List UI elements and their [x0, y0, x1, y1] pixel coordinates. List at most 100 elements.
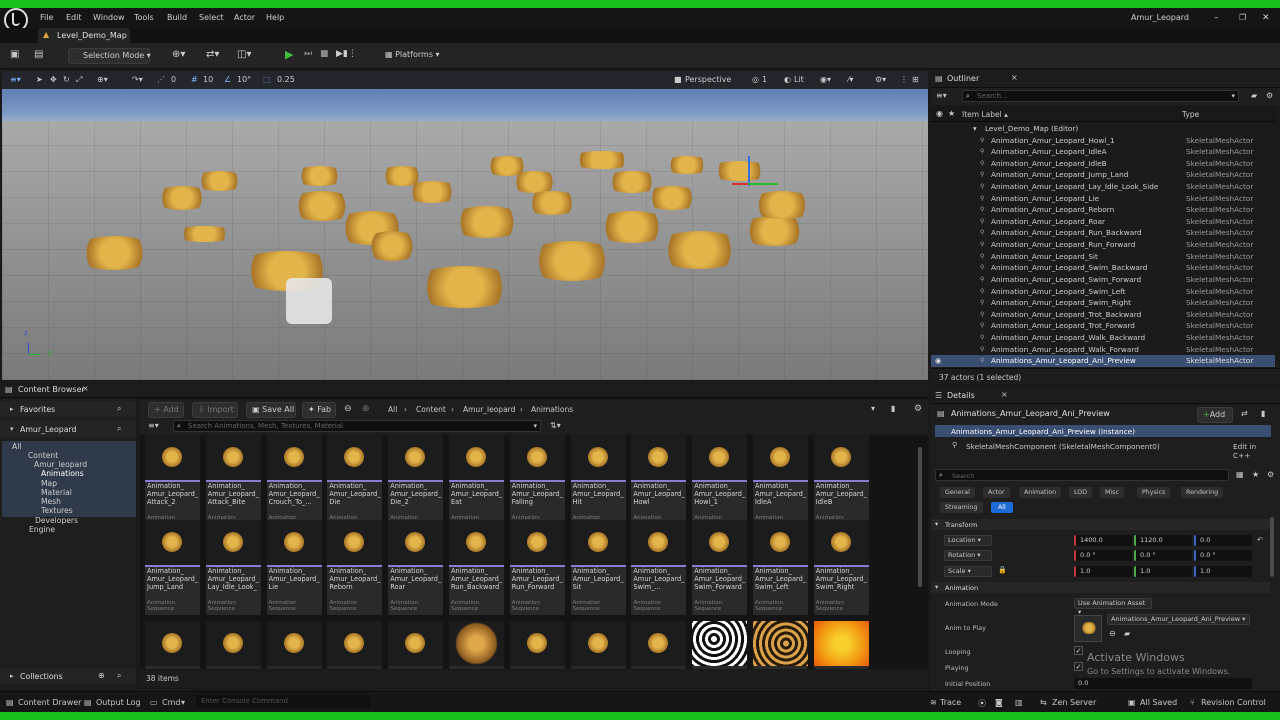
menu-actor[interactable]: Actor: [234, 13, 255, 22]
leopard-actor[interactable]: [567, 151, 637, 169]
gizmo-z-axis[interactable]: [748, 156, 750, 186]
fov-value[interactable]: 1: [762, 75, 767, 84]
outliner-row[interactable]: ⚲ Animation_Amur_Leopard_Howl_1 SkeletalMe…: [931, 135, 1275, 147]
asset-tile[interactable]: Animation_ Amur_Leopard_ IdleA Animation …: [753, 435, 808, 530]
asset-tile[interactable]: Animation_ Amur_Leopard_ Run_Forward Anim…: [509, 520, 565, 615]
component-row[interactable]: ⚲ SkeletalMeshComponent (SkeletalMeshCom…: [935, 440, 1271, 460]
minimize-icon[interactable]: –: [1214, 13, 1219, 23]
scale-snap-icon[interactable]: ⬚: [263, 75, 271, 84]
outliner-row[interactable]: ⚲ Animation_Amur_Leopard_Swim_Right Skelet…: [931, 297, 1275, 309]
path-content[interactable]: Content: [416, 405, 446, 414]
tree-animations[interactable]: Animations: [41, 469, 84, 478]
filter-icon[interactable]: ≡▾: [936, 91, 947, 100]
layout-icon[interactable]: ⋮: [900, 75, 908, 84]
asset-tile[interactable]: Animation_ Amur_Leopard_ Attack_Bite Anim…: [205, 435, 261, 530]
console-input[interactable]: Enter Console Command: [196, 695, 370, 708]
visibility-icon[interactable]: ◉: [935, 355, 941, 367]
level-tab[interactable]: ▲ Level_Demo_Map: [38, 28, 130, 43]
perspective-dropdown[interactable]: Perspective: [685, 75, 731, 84]
tree-mesh[interactable]: Mesh: [41, 497, 61, 506]
playing-checkbox[interactable]: ✓: [1074, 662, 1083, 671]
leopard-actor[interactable]: [152, 186, 212, 210]
move-tool-icon[interactable]: ✥: [50, 75, 57, 84]
path-amur-leopard[interactable]: Amur_leopard: [463, 405, 515, 414]
instance-row[interactable]: Animations_Amur_Leopard_Ani_Preview (Ins…: [935, 425, 1271, 437]
asset-tile[interactable]: Animation_ Amur_Leopard_ Jump_Land Animat…: [145, 520, 200, 615]
revision-control-button[interactable]: Revision Control: [1201, 698, 1266, 707]
leopard-actor[interactable]: [522, 191, 582, 215]
viewport-options-icon[interactable]: ≡▾: [10, 75, 21, 84]
leopard-actor[interactable]: [747, 191, 817, 219]
show-icon[interactable]: ◉▾: [820, 75, 831, 84]
asset-tile[interactable]: Animation_ Amur_Leopard_ Roar Animation S…: [388, 520, 444, 615]
menu-select[interactable]: Select: [199, 13, 224, 22]
leopard-actor[interactable]: [172, 226, 237, 242]
col-type[interactable]: Type: [1182, 110, 1199, 119]
asset-tile[interactable]: [570, 621, 626, 669]
rotation-y-field[interactable]: 0.0 °: [1134, 550, 1192, 561]
stop-icon[interactable]: ■: [320, 49, 329, 59]
asset-tile[interactable]: Animation_ Amur_Leopard_ Swim_... Animati…: [631, 520, 687, 615]
rotation-z-field[interactable]: 0.0 °: [1194, 550, 1252, 561]
path-all[interactable]: All: [388, 405, 397, 414]
asset-tile[interactable]: Animation_ Amur_Leopard_ Run_Backward Ani…: [449, 520, 504, 615]
all-saved-button[interactable]: All Saved: [1140, 698, 1177, 707]
filter-icon[interactable]: ≡▾: [148, 421, 159, 430]
rotate-tool-icon[interactable]: ↻: [63, 75, 70, 84]
visibility-icon[interactable]: ◉: [936, 109, 943, 118]
browse-icon[interactable]: ▰: [1124, 629, 1130, 638]
lit-dropdown[interactable]: Lit: [794, 75, 804, 84]
category-actor[interactable]: Actor: [983, 487, 1010, 498]
menu-help[interactable]: Help: [266, 13, 284, 22]
save-icon[interactable]: ▣: [10, 49, 19, 60]
asset-tile[interactable]: Animation_ Amur_Leopard_ Attack_2 Animati…: [145, 435, 200, 530]
world-icon[interactable]: ⊕▾: [97, 75, 108, 84]
menu-window[interactable]: Window: [93, 13, 125, 22]
tree-amur-leopard[interactable]: Amur_leopard: [34, 460, 87, 469]
maximize-viewport-icon[interactable]: ⊞: [912, 75, 919, 84]
leopard-actor[interactable]: [447, 206, 527, 238]
snap-angle-value[interactable]: 0: [171, 75, 176, 84]
category-all[interactable]: All: [991, 502, 1013, 513]
asset-tile[interactable]: [631, 621, 687, 669]
leopard-actor[interactable]: [507, 171, 562, 193]
outliner-row[interactable]: ⚲ Animation_Amur_Leopard_Jump_Land Skeleta…: [931, 169, 1275, 181]
asset-tile[interactable]: [813, 621, 869, 669]
actor-name[interactable]: Animations_Amur_Leopard_Ani_Preview: [951, 409, 1110, 418]
leopard-actor[interactable]: [407, 266, 522, 308]
outliner-row[interactable]: ⚲ Animation_Amur_Leopard_IdleA SkeletalMes…: [931, 146, 1275, 158]
blueprint-icon[interactable]: ⇄: [1241, 409, 1248, 418]
new-folder-icon[interactable]: ▰: [1251, 91, 1257, 100]
leopard-actor[interactable]: [522, 241, 622, 281]
rotation-snap-value[interactable]: 10°: [237, 75, 251, 84]
pin-icon[interactable]: ★: [948, 109, 955, 118]
asset-tile[interactable]: Animation_ Amur_Leopard_ HowlAnimation S…: [631, 435, 687, 530]
favorite-icon[interactable]: ★: [1252, 470, 1259, 479]
level-viewport[interactable]: z y: [2, 71, 928, 380]
asset-tile[interactable]: Animation_ Amur_Leopard_ Reborn Animation…: [327, 520, 383, 615]
sort-icon[interactable]: ⇅▾: [550, 421, 561, 430]
category-lod[interactable]: LOD: [1069, 487, 1093, 498]
menu-build[interactable]: Build: [167, 13, 187, 22]
content-icon[interactable]: ▤: [34, 49, 43, 60]
asset-tile[interactable]: [692, 621, 748, 669]
animation-section-header[interactable]: ▾ Animation: [931, 582, 1270, 593]
rotation-snap-icon[interactable]: ∠: [224, 75, 231, 84]
looping-checkbox[interactable]: ✓: [1074, 646, 1083, 655]
initial-position-field[interactable]: 0.0: [1074, 678, 1252, 689]
outliner-search-input[interactable]: ⌕ Search... ▾: [962, 90, 1239, 102]
asset-tile[interactable]: Animation_ Amur_Leopard_ Lie Animation Se…: [266, 520, 322, 615]
cmd-dropdown[interactable]: Cmd: [162, 698, 180, 707]
category-streaming[interactable]: Streaming: [940, 502, 983, 513]
collections-header[interactable]: ▸ Collections ⊕ ⌕: [0, 668, 136, 684]
lock-icon[interactable]: ▮: [891, 404, 895, 413]
outliner-row[interactable]: ◉ ⚲ Animations_Amur_Leopard_Ani_Preview Ske…: [931, 355, 1275, 367]
add-component-button[interactable]: +Add: [1197, 407, 1233, 423]
outliner-row[interactable]: ⚲ Animation_Amur_Leopard_Reborn SkeletalMe…: [931, 204, 1275, 216]
category-animation[interactable]: Animation: [1019, 487, 1062, 498]
use-selected-icon[interactable]: ⊖: [1109, 629, 1116, 638]
asset-tile[interactable]: Animation_ Amur_Leopard_ Die_2 Animation …: [388, 435, 444, 530]
lock-icon[interactable]: ▮: [1261, 409, 1265, 418]
camera-icon[interactable]: ◙: [995, 698, 1003, 707]
gizmo-x-axis[interactable]: [732, 183, 748, 185]
